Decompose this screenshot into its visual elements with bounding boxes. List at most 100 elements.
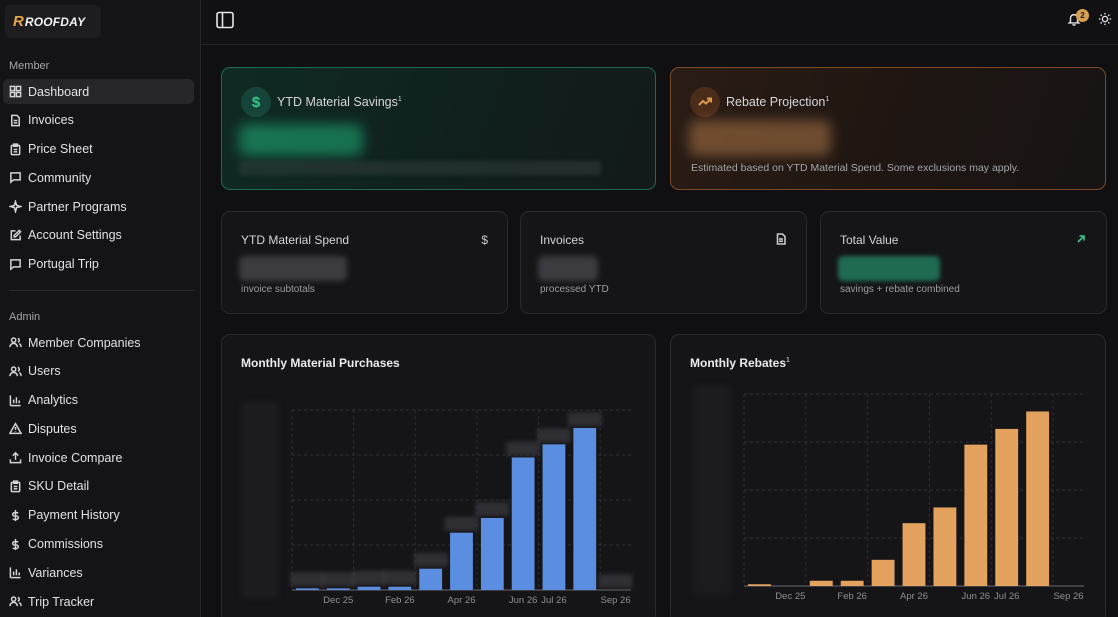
sidebar-item-partner-programs[interactable]: Partner Programs <box>3 194 194 219</box>
sidebar-item-label: Dashboard <box>28 84 90 99</box>
bar <box>450 532 473 590</box>
bar-label-redacted <box>444 516 479 531</box>
sidebar-item-variances[interactable]: Variances <box>3 560 194 585</box>
bar <box>871 559 895 586</box>
bar <box>809 580 833 586</box>
bar <box>748 584 771 586</box>
sidebar-item-label: Account Settings <box>28 228 122 243</box>
notification-badge: 2 <box>1076 9 1089 22</box>
sidebar-item-invoices[interactable]: Invoices <box>3 108 194 133</box>
x-tick-label: Sep 26 <box>1053 591 1083 602</box>
x-tick-label: Feb 26 <box>385 595 415 606</box>
sparkle-icon <box>9 200 22 214</box>
sidebar-item-label: Analytics <box>28 393 79 408</box>
stat-value-redacted <box>538 256 598 281</box>
sidebar-item-label: SKU Detail <box>28 479 90 494</box>
sidebar-item-label: Price Sheet <box>28 142 93 157</box>
logo-text: ROOFDAY <box>24 14 86 29</box>
x-tick-label: Jul 26 <box>994 591 1019 602</box>
bar-label-redacted <box>352 570 386 585</box>
sidebar-item-label: Portugal Trip <box>28 257 99 272</box>
arrow-up-right-icon <box>1075 233 1087 248</box>
stat-card-total-value: Total Value savings + rebate combined <box>820 211 1107 314</box>
theme-toggle-sun-icon[interactable] <box>1098 12 1112 26</box>
sidebar-item-label: Payment History <box>28 508 120 523</box>
sidebar-divider <box>9 290 195 291</box>
sidebar-item-commissions[interactable]: Commissions <box>3 532 194 557</box>
x-tick-label: Dec 25 <box>323 595 353 606</box>
sidebar-toggle-icon[interactable] <box>215 10 235 30</box>
bar-label-redacted <box>475 502 510 516</box>
bar-label-redacted <box>598 574 633 588</box>
rebates-chart-card: Monthly Rebates1 Dec 25 Feb 26 Apr 26 Jun 2… <box>670 334 1106 617</box>
x-tick-label: Apr 26 <box>900 591 928 602</box>
dollar-icon: $ <box>241 87 271 117</box>
savings-subtext-redacted <box>239 161 601 175</box>
bar-label-redacted <box>290 572 325 587</box>
bar-chart-icon <box>9 394 22 407</box>
x-tick-label: Jun 26 <box>962 591 991 602</box>
bar <box>933 507 957 586</box>
sidebar-item-sku-detail[interactable]: SKU Detail <box>3 474 194 499</box>
sidebar-item-label: Member Companies <box>28 335 141 350</box>
x-tick-label: Dec 25 <box>775 591 805 602</box>
bar-label-redacted <box>506 441 541 456</box>
sidebar-item-dashboard[interactable]: Dashboard <box>3 79 194 104</box>
stat-subtitle: savings + rebate combined <box>840 284 960 295</box>
file-icon <box>775 233 787 248</box>
sidebar-item-payment-history[interactable]: Payment History <box>3 503 194 528</box>
topbar: 2 <box>201 0 1118 45</box>
logo-mark-icon: R <box>13 13 24 30</box>
clipboard-icon <box>9 142 22 156</box>
sidebar-item-label: Community <box>28 170 92 185</box>
bar <box>542 444 566 590</box>
bar-label-redacted <box>537 428 571 443</box>
stat-card-ytd-spend: YTD Material Spend $ invoice subtotals <box>221 211 508 314</box>
bar <box>480 518 504 590</box>
bar-label-redacted <box>567 412 602 426</box>
bar <box>840 580 864 586</box>
sidebar-item-account-settings[interactable]: Account Settings <box>3 223 194 248</box>
sidebar-item-price-sheet[interactable]: Price Sheet <box>3 137 194 162</box>
bar-chart-icon <box>9 566 22 579</box>
edit-icon <box>9 229 22 242</box>
stat-title: Invoices <box>540 233 585 247</box>
sidebar-item-member-companies[interactable]: Member Companies <box>3 330 194 355</box>
dollar-icon <box>9 509 22 522</box>
brand-logo[interactable]: R ROOFDAY <box>5 5 101 38</box>
stat-title: YTD Material Spend <box>241 233 350 247</box>
stat-value-redacted <box>838 256 940 281</box>
x-tick-label: Jun 26 <box>509 595 538 606</box>
stat-value-redacted <box>239 256 347 281</box>
section-label-admin: Admin <box>9 311 41 323</box>
admin-nav: Member Companies Users Analytics Disputes In… <box>3 330 194 617</box>
sidebar-item-label: Disputes <box>28 421 77 436</box>
stat-title: Total Value <box>840 233 899 247</box>
trending-up-icon <box>690 87 720 117</box>
ytd-savings-card: $ YTD Material Savings1 <box>221 67 656 190</box>
bar <box>1026 411 1050 586</box>
section-label-member: Member <box>9 60 50 72</box>
sidebar-item-invoice-compare[interactable]: Invoice Compare <box>3 445 194 470</box>
sidebar-item-analytics[interactable]: Analytics <box>3 388 194 413</box>
clipboard-icon <box>9 480 22 493</box>
sidebar-item-label: Invoices <box>28 113 74 128</box>
sidebar-item-label: Trip Tracker <box>28 594 95 609</box>
x-tick-label: Sep 26 <box>601 595 631 606</box>
x-tick-label: Jul 26 <box>541 595 566 606</box>
sidebar-item-portugal-trip[interactable]: Portugal Trip <box>3 252 194 277</box>
bar <box>902 523 926 586</box>
bar <box>326 588 350 590</box>
y-axis-labels-redacted <box>694 386 730 594</box>
dollar-icon <box>9 538 22 551</box>
alert-triangle-icon <box>9 422 22 435</box>
sidebar-item-trip-tracker[interactable]: Trip Tracker <box>3 589 194 614</box>
sidebar-item-users[interactable]: Users <box>3 359 194 384</box>
bar <box>296 588 319 590</box>
stat-card-invoices: Invoices processed YTD <box>520 211 807 314</box>
sidebar-item-community[interactable]: Community <box>3 165 194 190</box>
sidebar-item-disputes[interactable]: Disputes <box>3 416 194 441</box>
grid-icon <box>9 85 22 98</box>
bar <box>357 586 381 590</box>
bar <box>995 428 1019 586</box>
